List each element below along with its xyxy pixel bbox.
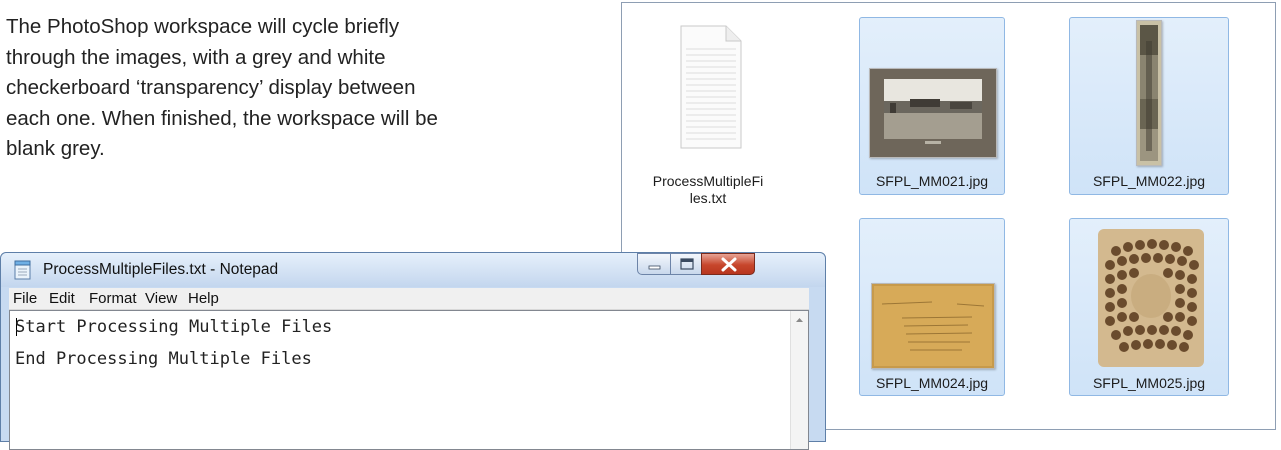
file-name-line: les.txt — [689, 190, 727, 206]
file-name-label: SFPL_MM025.jpg — [1092, 375, 1206, 391]
instruction-paragraph: The PhotoShop workspace will cycle brief… — [6, 12, 606, 165]
harbor-photo-image — [870, 69, 996, 157]
title-bar[interactable]: ProcessMultipleFiles.txt - Notepad — [1, 253, 825, 287]
menu-edit[interactable]: Edit — [49, 290, 75, 307]
window-title: ProcessMultipleFiles.txt - Notepad — [43, 261, 279, 278]
maximize-button[interactable] — [670, 253, 702, 275]
paragraph-line: checkerboard ‘transparency’ display betw… — [6, 76, 416, 100]
photo-thumbnail — [869, 68, 997, 158]
paragraph-line: The PhotoShop workspace will cycle brief… — [6, 15, 400, 38]
close-icon — [721, 257, 737, 272]
close-button[interactable] — [701, 253, 755, 275]
photo-thumbnail — [1096, 221, 1206, 369]
paragraph-line: through the images, with a grey and whit… — [6, 45, 386, 69]
file-item-sfpl-mm022[interactable]: SFPL_MM022.jpg — [1069, 17, 1229, 195]
text-file-icon — [680, 25, 742, 149]
file-item-sfpl-mm021[interactable]: SFPL_MM021.jpg — [859, 17, 1005, 195]
file-name-label: ProcessMultipleFi les.txt — [638, 173, 778, 207]
editor-line: End Processing Multiple Files — [15, 349, 312, 369]
menu-file[interactable]: File — [13, 290, 37, 307]
photo-thumbnail — [871, 283, 995, 369]
file-name-label: SFPL_MM022.jpg — [1092, 173, 1206, 189]
editor-line: Start Processing Multiple Files — [15, 317, 333, 337]
vertical-scrollbar[interactable] — [790, 311, 808, 449]
file-item-processmultiplefiles[interactable]: ProcessMultipleFi les.txt — [638, 17, 778, 213]
file-name-label: SFPL_MM021.jpg — [875, 173, 989, 189]
panorama-photo-image — [1137, 21, 1161, 165]
notepad-icon — [14, 260, 31, 280]
paragraph-line: each one. When finished, the workspace w… — [6, 106, 438, 130]
paragraph-line: blank grey. — [6, 137, 105, 161]
minimize-icon — [648, 265, 661, 270]
file-item-sfpl-mm024[interactable]: SFPL_MM024.jpg — [859, 218, 1005, 396]
minimize-button[interactable] — [637, 253, 671, 275]
maximize-icon — [680, 258, 694, 270]
document-photo-image — [872, 284, 994, 368]
file-name-line: ProcessMultipleFi — [652, 173, 764, 189]
portrait-collage-image — [1098, 229, 1204, 367]
text-editor-area[interactable]: Start Processing Multiple Files End Proc… — [9, 310, 809, 450]
scroll-up-arrow-icon[interactable] — [791, 311, 808, 328]
menu-bar: File Edit Format View Help — [9, 288, 809, 310]
file-name-label: SFPL_MM024.jpg — [875, 375, 989, 391]
menu-view[interactable]: View — [145, 290, 177, 307]
photo-thumbnail — [1136, 20, 1162, 166]
menu-help[interactable]: Help — [188, 290, 219, 307]
file-item-sfpl-mm025[interactable]: SFPL_MM025.jpg — [1069, 218, 1229, 396]
notepad-window: ProcessMultipleFiles.txt - Notepad File … — [0, 252, 826, 450]
menu-format[interactable]: Format — [89, 290, 137, 307]
